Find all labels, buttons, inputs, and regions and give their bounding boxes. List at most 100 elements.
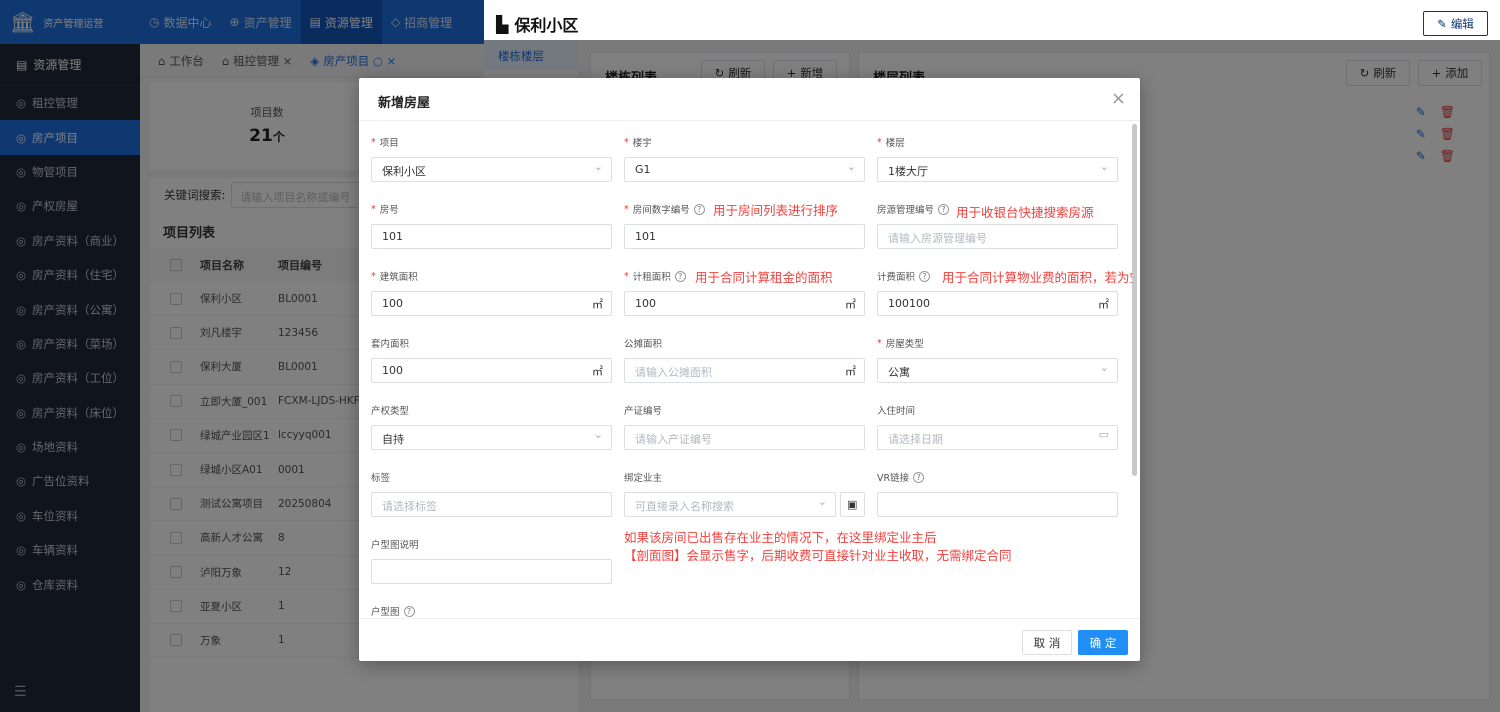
help-icon[interactable]: ? <box>693 203 705 215</box>
field-build-area: * 建筑面积 100 ㎡ <box>371 269 612 316</box>
app-logo[interactable]: 🏛 资产管理运营 <box>0 0 140 44</box>
refresh-floor-button[interactable]: ↻ 刷新 <box>1346 60 1410 86</box>
field-room-no: * 房号 101 <box>371 202 612 249</box>
menu-icon: ◎ <box>16 336 27 351</box>
menu-icon: ◎ <box>16 440 27 455</box>
modal-title: 新增房屋 <box>378 96 431 111</box>
layout-desc-input[interactable] <box>371 559 612 584</box>
checkin-date-picker[interactable]: 请选择日期 ▭ <box>877 425 1118 450</box>
table-cell: FCXM-LJDS-HKF <box>278 395 360 408</box>
property-type-select[interactable]: 自持 ⌄ <box>371 425 612 450</box>
tab-workbench[interactable]: ⌂ 工作台 <box>158 53 204 69</box>
top-nav: ◷ 数据中心 ⊕ 资产管理 ▤ 资源管理 ◇ 招商管理 <box>140 0 461 44</box>
sidebar-item[interactable]: ◎ 房产资料（公寓） <box>0 292 140 326</box>
collapse-menu-icon[interactable]: ☰ <box>14 684 27 700</box>
row-actions: ✎ 🗑 <box>1416 149 1455 163</box>
building-select[interactable]: G1 ⌄ <box>624 157 865 182</box>
edit-icon: ✎ <box>1437 16 1447 31</box>
sidebar-item[interactable]: ◎ 房产资料（床位） <box>0 396 140 430</box>
calendar-icon: ▭ <box>1098 428 1109 441</box>
add-floor-button[interactable]: + 添加 <box>1418 60 1482 86</box>
sidebar-item[interactable]: ◎ 房产资料（菜场） <box>0 327 140 361</box>
table-cell: 保利小区 <box>200 293 242 306</box>
help-icon[interactable]: ? <box>938 203 950 215</box>
delete-icon[interactable]: 🗑 <box>1440 127 1455 141</box>
menu-icon: ◎ <box>16 543 27 558</box>
row-checkbox[interactable] <box>170 566 182 579</box>
row-checkbox[interactable] <box>170 292 182 305</box>
nav-asset-management[interactable]: ⊕ 资产管理 <box>221 0 301 44</box>
sidebar-item[interactable]: ◎ 房产资料（商业） <box>0 224 140 258</box>
tab-building-floor[interactable]: 楼栋楼层 <box>484 40 578 70</box>
table-cell: 1 <box>278 634 285 647</box>
tab-property-project[interactable]: ◈ 房产项目 ○ × <box>310 53 396 69</box>
confirm-button[interactable]: 确 定 <box>1078 630 1128 655</box>
help-icon[interactable]: ? <box>919 270 931 282</box>
nav-data-center[interactable]: ◷ 数据中心 <box>140 0 221 44</box>
sidebar-item[interactable]: ◎ 车位资料 <box>0 499 140 533</box>
nav-resource-management[interactable]: ▤ 资源管理 <box>300 0 382 44</box>
help-icon[interactable]: ? <box>674 270 686 282</box>
owner-search-select[interactable]: 可直接录入名称搜索 ⌄ <box>624 492 836 517</box>
row-checkbox[interactable] <box>170 360 182 373</box>
edit-button[interactable]: ✎ 编辑 <box>1423 11 1488 36</box>
floor-select[interactable]: 1楼大厅 ⌄ <box>877 157 1118 182</box>
modal-scrollbar[interactable] <box>1132 124 1137 476</box>
fee-area-input[interactable]: 100100 ㎡ <box>877 291 1118 316</box>
row-checkbox[interactable] <box>170 395 182 408</box>
table-cell: 立即大厦_001 <box>200 395 268 408</box>
select-all-checkbox[interactable] <box>170 259 182 271</box>
row-checkbox[interactable] <box>170 326 182 339</box>
menu-icon: ◎ <box>16 164 27 179</box>
row-checkbox[interactable] <box>170 634 182 647</box>
field-layout-desc: 户型图说明 <box>371 537 612 584</box>
sidebar-item[interactable]: ◎ 场地资料 <box>0 430 140 464</box>
help-icon[interactable]: ? <box>403 605 415 617</box>
row-checkbox[interactable] <box>170 497 182 510</box>
search-input[interactable]: 请输入项目名称或编号 <box>231 182 362 208</box>
row-checkbox[interactable] <box>170 600 182 613</box>
row-checkbox[interactable] <box>170 531 182 544</box>
sidebar-item[interactable]: ◎ 仓库资料 <box>0 567 140 601</box>
chevron-down-icon: ⌄ <box>1099 160 1109 173</box>
drawer-title: ▙ 保利小区 <box>496 14 579 36</box>
menu-icon: ◎ <box>16 371 27 386</box>
vr-link-input[interactable] <box>877 492 1118 517</box>
tab-rent-control[interactable]: ⌂ 租控管理 × <box>222 53 293 69</box>
edit-icon[interactable]: ✎ <box>1416 149 1426 163</box>
sidebar-item[interactable]: ◎ 车辆资料 <box>0 533 140 567</box>
room-no-input[interactable]: 101 <box>371 224 612 249</box>
table-cell: lccyyq001 <box>278 429 332 442</box>
edit-icon[interactable]: ✎ <box>1416 127 1426 141</box>
cert-no-input[interactable]: 请输入产证编号 <box>624 425 865 450</box>
shared-area-input[interactable]: 请输入公摊面积㎡ <box>624 358 865 383</box>
plus-icon: + <box>1431 66 1442 80</box>
cancel-button[interactable]: 取 消 <box>1022 630 1072 655</box>
build-area-input[interactable]: 100 ㎡ <box>371 291 612 316</box>
delete-icon[interactable]: 🗑 <box>1440 105 1455 119</box>
tags-select[interactable]: 请选择标签 <box>371 492 612 517</box>
edit-icon[interactable]: ✎ <box>1416 105 1426 119</box>
field-checkin: 入住时间 请选择日期 ▭ <box>877 403 1118 450</box>
help-icon[interactable]: ? <box>913 471 925 483</box>
room-num-code-input[interactable]: 101 <box>624 224 865 249</box>
close-icon[interactable]: × <box>1111 88 1126 109</box>
chevron-down-icon: ⌄ <box>817 495 827 508</box>
table-cell: 刘凡楼宇 <box>200 327 242 340</box>
delete-icon[interactable]: 🗑 <box>1440 149 1455 163</box>
owner-lookup-button[interactable]: ▣ <box>840 492 865 517</box>
row-checkbox[interactable] <box>170 463 182 476</box>
sidebar-item[interactable]: ◎ 房产资料（工位） <box>0 361 140 395</box>
project-select[interactable]: 保利小区 ⌄ <box>371 157 612 182</box>
inner-area-input[interactable]: 100 ㎡ <box>371 358 612 383</box>
rent-area-input[interactable]: 100 ㎡ <box>624 291 865 316</box>
room-mgmt-code-input[interactable]: 请输入房源管理编号 <box>877 224 1118 249</box>
nav-investment-management[interactable]: ◇ 招商管理 <box>382 0 461 44</box>
sidebar-item[interactable]: ◎ 物管项目 <box>0 155 140 189</box>
sidebar-item[interactable]: ◎ 房产资料（住宅） <box>0 258 140 292</box>
field-vr-link: VR链接? <box>877 470 1118 517</box>
sidebar-item[interactable]: ◎ 广告位资料 <box>0 464 140 498</box>
sidebar-item[interactable]: ◎ 产权房屋 <box>0 189 140 223</box>
house-type-select[interactable]: 公寓 ⌄ <box>877 358 1118 383</box>
row-checkbox[interactable] <box>170 429 182 442</box>
